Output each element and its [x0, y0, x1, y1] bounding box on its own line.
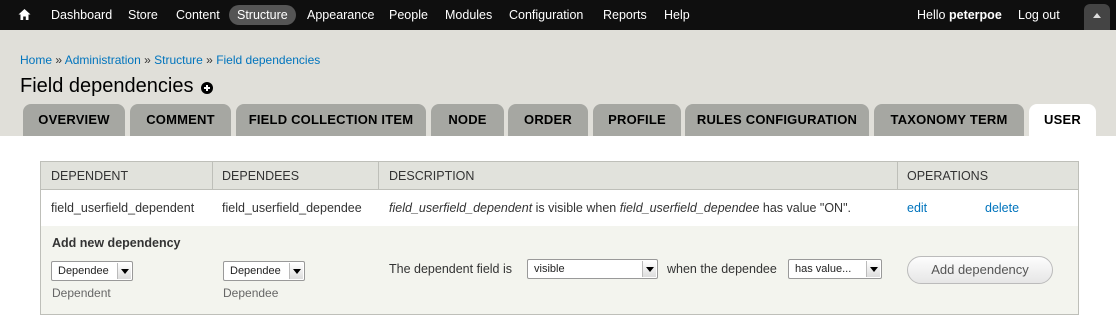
- tab-profile[interactable]: PROFILE: [593, 104, 681, 136]
- toolbar-item-configuration[interactable]: Configuration: [509, 0, 583, 30]
- toolbar-item-content[interactable]: Content: [176, 0, 220, 30]
- dropdown-arrow-icon: [866, 261, 880, 277]
- user-greeting[interactable]: Hello peterpoe: [917, 0, 1002, 30]
- column-header-dependent: DEPENDENT: [51, 169, 129, 183]
- column-header-dependees: DEPENDEES: [222, 169, 300, 183]
- state-select-value: visible: [534, 263, 565, 275]
- dependent-description: Dependent: [52, 286, 111, 300]
- dropdown-arrow-icon: [117, 263, 131, 279]
- description-tail: has value "ON".: [759, 201, 851, 215]
- state-select[interactable]: visible: [527, 259, 658, 279]
- column-divider: [378, 162, 379, 190]
- toolbar-item-store[interactable]: Store: [128, 0, 158, 30]
- add-shortcut-icon[interactable]: [201, 82, 213, 94]
- admin-toolbar: Dashboard Store Content Structure Appear…: [0, 0, 1116, 30]
- description-dependent: field_userfield_dependent: [389, 201, 533, 215]
- tab-comment[interactable]: COMMENT: [130, 104, 231, 136]
- column-divider: [897, 162, 898, 190]
- breadcrumb: Home » Administration » Structure » Fiel…: [20, 53, 320, 67]
- breadcrumb-separator: »: [55, 53, 63, 67]
- dependee-description: Dependee: [223, 286, 279, 300]
- breadcrumb-structure[interactable]: Structure: [154, 53, 203, 67]
- dependent-select-value: Dependee: [58, 265, 109, 277]
- breadcrumb-separator: »: [144, 53, 151, 67]
- page-title: Field dependencies: [20, 75, 194, 97]
- username: peterpoe: [948, 8, 1002, 22]
- dependent-select[interactable]: Dependee: [51, 261, 133, 281]
- tab-taxonomy-term[interactable]: TAXONOMY TERM: [874, 104, 1024, 136]
- column-divider: [212, 162, 213, 190]
- dependent-field-label: The dependent field is: [389, 262, 513, 276]
- toolbar-item-dashboard[interactable]: Dashboard: [51, 0, 112, 30]
- toolbar-item-people[interactable]: People: [389, 0, 428, 30]
- breadcrumb-field-dependencies[interactable]: Field dependencies: [216, 53, 320, 67]
- description-cell: field_userfield_dependent is visible whe…: [389, 190, 851, 226]
- hello-label: Hello: [917, 8, 946, 22]
- tab-order[interactable]: ORDER: [508, 104, 588, 136]
- column-header-description: DESCRIPTION: [389, 169, 475, 183]
- toolbar-item-help[interactable]: Help: [664, 0, 690, 30]
- description-mid: is visible when: [532, 201, 620, 215]
- toolbar-item-modules[interactable]: Modules: [445, 0, 492, 30]
- dependent-cell: field_userfield_dependent: [51, 201, 195, 215]
- triangle-up-icon: [1093, 13, 1101, 18]
- dropdown-arrow-icon: [289, 263, 303, 279]
- tab-node[interactable]: NODE: [431, 104, 504, 136]
- dropdown-arrow-icon: [642, 261, 656, 277]
- add-dependency-title: Add new dependency: [52, 236, 181, 250]
- condition-select-value: has value...: [795, 263, 852, 275]
- dependee-select[interactable]: Dependee: [223, 261, 305, 281]
- logout-link[interactable]: Log out: [1018, 0, 1060, 30]
- tab-user[interactable]: USER: [1029, 104, 1096, 136]
- column-header-operations: OPERATIONS: [907, 169, 989, 183]
- breadcrumb-separator: »: [206, 53, 213, 67]
- toolbar-item-reports[interactable]: Reports: [603, 0, 647, 30]
- dependee-select-value: Dependee: [230, 265, 281, 277]
- tab-rules-configuration[interactable]: RULES CONFIGURATION: [685, 104, 869, 136]
- breadcrumb-administration[interactable]: Administration: [65, 53, 141, 67]
- add-dependency-button[interactable]: Add dependency: [907, 256, 1053, 284]
- condition-select[interactable]: has value...: [788, 259, 882, 279]
- edit-link[interactable]: edit: [907, 190, 927, 226]
- tab-overview[interactable]: OVERVIEW: [23, 104, 125, 136]
- toolbar-item-structure[interactable]: Structure: [229, 5, 296, 25]
- toolbar-item-appearance[interactable]: Appearance: [307, 0, 374, 30]
- table-row: field_userfield_dependent field_userfiel…: [41, 190, 1078, 226]
- home-icon[interactable]: [18, 0, 34, 30]
- breadcrumb-home[interactable]: Home: [20, 53, 52, 67]
- delete-link[interactable]: delete: [985, 190, 1019, 226]
- when-dependee-label: when the dependee: [667, 262, 777, 276]
- dependencies-table: DEPENDENT DEPENDEES DESCRIPTION OPERATIO…: [40, 161, 1079, 315]
- toolbar-drawer-toggle[interactable]: [1084, 4, 1110, 30]
- description-dependee: field_userfield_dependee: [619, 201, 760, 215]
- dependee-cell: field_userfield_dependee: [222, 201, 362, 215]
- tab-field-collection-item[interactable]: FIELD COLLECTION ITEM: [236, 104, 426, 136]
- table-header-row: DEPENDENT DEPENDEES DESCRIPTION OPERATIO…: [41, 162, 1078, 190]
